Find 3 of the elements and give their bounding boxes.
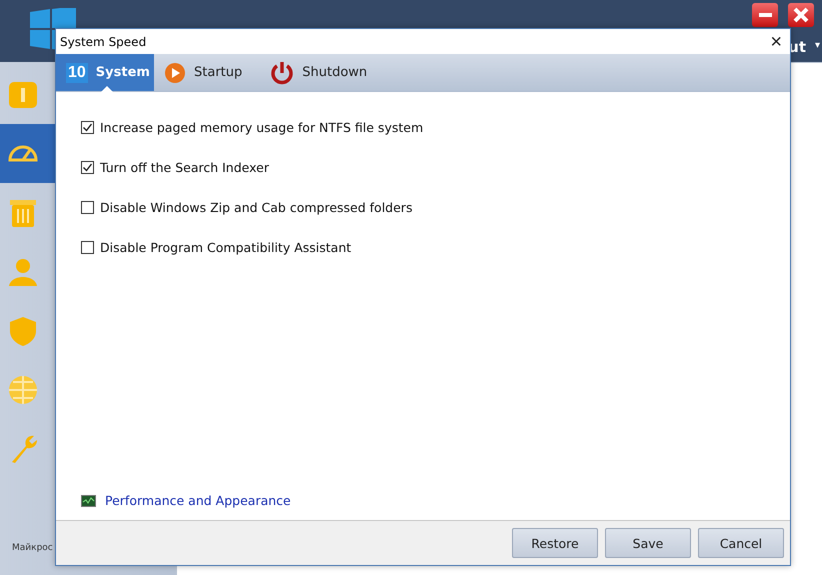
logo-icon: 10 bbox=[66, 62, 88, 82]
footer-text: Майкрос bbox=[11, 543, 54, 555]
dialog-title: System Speed bbox=[60, 34, 146, 48]
